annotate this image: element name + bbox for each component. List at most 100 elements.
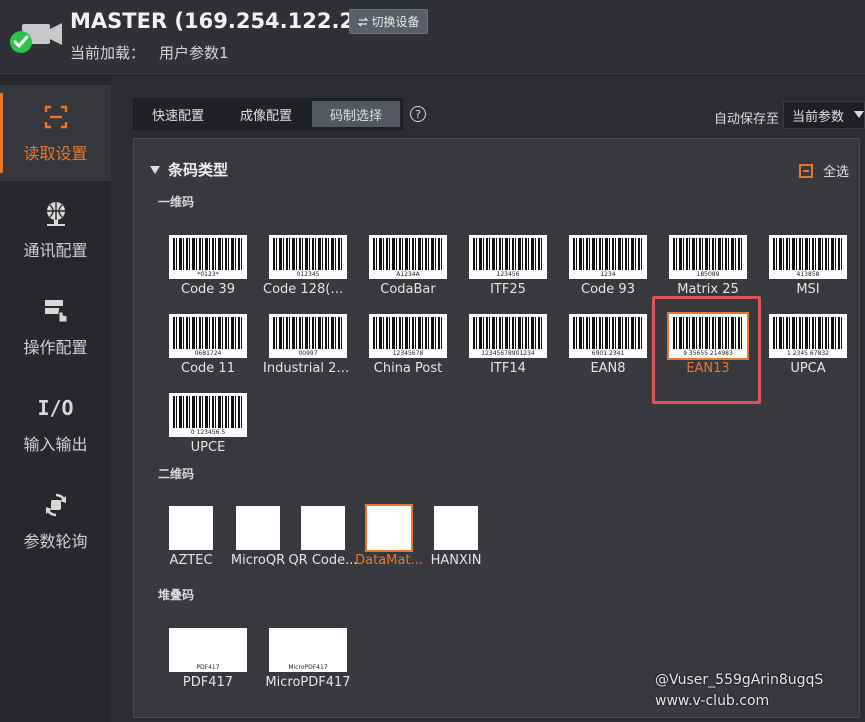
symbology-ean13[interactable]: 9 35655 214983 EAN13 <box>663 312 753 376</box>
switch-device-button[interactable]: 切换设备 <box>349 9 428 34</box>
symbology-hanxin[interactable]: HANXIN <box>411 506 501 568</box>
barcode-digits: 6901 2341 <box>569 350 647 357</box>
barcode-digits: 00997 <box>269 350 347 357</box>
tab-quick-config[interactable]: 快速配置 <box>134 99 222 129</box>
barcode-image: 1 2345 67832 <box>769 314 847 358</box>
barcode-image: A1234A <box>369 235 447 279</box>
symbology-pdf417[interactable]: PDF417 PDF417 <box>163 628 253 690</box>
barcode-digits: MicroPDF417 <box>269 664 347 671</box>
sidebar-item-read-settings[interactable]: 读取设置 <box>0 85 111 181</box>
barcode-image: 1234 <box>569 235 647 279</box>
sidebar-item-operation[interactable]: 操作配置 <box>0 279 111 375</box>
barcode-image: 12345678901234 <box>469 314 547 358</box>
watermark-site: www.v-club.com <box>655 693 770 709</box>
symbology-name: HANXIN <box>430 553 482 568</box>
select-all-label: 全选 <box>822 165 849 180</box>
symbology-name: Code 93 <box>581 282 635 297</box>
sidebar-item-label: 输入输出 <box>23 435 88 454</box>
symbology-codabar[interactable]: A1234A CodaBar <box>363 235 453 297</box>
symbology-ean8[interactable]: 6901 2341 EAN8 <box>563 314 653 376</box>
matrix-code-image <box>434 506 478 550</box>
symbology-msi[interactable]: 413858 MSI <box>763 235 853 297</box>
sidebar-item-polling[interactable]: 参数轮询 <box>0 473 111 569</box>
symbology-upce[interactable]: 0 123456 5 UPCE <box>163 393 253 455</box>
barcode-image: 012345 <box>269 235 347 279</box>
barcode-image: 12345678 <box>369 314 447 358</box>
switch-icon <box>357 17 370 26</box>
sidebar-item-label: 参数轮询 <box>23 532 88 551</box>
symbology-name: PDF417 <box>182 675 234 690</box>
symbology-name: ITF14 <box>490 361 526 376</box>
barcode-digits: 0681724 <box>169 350 247 357</box>
barcode-digits: 123456 <box>469 271 547 278</box>
sidebar-item-label: 通讯配置 <box>23 241 88 260</box>
collapse-triangle-icon <box>150 165 160 174</box>
sidebar-item-communication[interactable]: 通讯配置 <box>0 182 111 278</box>
current-load-label: 当前加载： <box>70 44 146 62</box>
watermark-user: @Vuser_559gArin8ugqS <box>655 672 824 688</box>
symbology-micropdf417[interactable]: MicroPDF417 MicroPDF417 <box>263 628 353 690</box>
symbology-matrix-25[interactable]: 185089 Matrix 25 <box>663 235 753 297</box>
tab-symbology-select[interactable]: 码制选择 <box>312 101 401 127</box>
symbology-name: Matrix 25 <box>677 282 739 297</box>
switch-device-label: 切换设备 <box>371 15 420 29</box>
header: MASTER (169.254.122.22) 切换设备 当前加载： 用户参数1 <box>0 0 865 76</box>
symbology-name: ITF25 <box>490 282 526 297</box>
matrix-code-image <box>365 504 413 552</box>
symbology-code-128-gs1[interactable]: 012345 Code 128(GS1... <box>263 235 353 297</box>
network-globe-icon <box>46 202 65 226</box>
help-icon[interactable]: ? <box>410 106 426 122</box>
scan-icon <box>44 105 67 129</box>
device-title: MASTER (169.254.122.22) <box>70 9 379 33</box>
symbology-china-post[interactable]: 12345678 China Post <box>363 314 453 376</box>
barcode-digits: 012345 <box>269 271 347 278</box>
symbology-upca[interactable]: 1 2345 67832 UPCA <box>763 314 853 376</box>
barcode-image: 413858 <box>769 235 847 279</box>
config-tabs: 快速配置 成像配置 码制选择 <box>133 98 404 130</box>
category-stacked: 堆叠码 <box>158 588 195 602</box>
barcode-digits: 185089 <box>669 271 747 278</box>
barcode-digits: *0123* <box>169 271 247 278</box>
sidebar: 读取设置 通讯配置 操作配置 I/O 输入输出 参数轮询 <box>0 77 111 722</box>
symbology-panel: 条码类型 全选 一维码 二维码 堆叠码 *0123* Code 39 012345 C… <box>133 138 860 718</box>
barcode-digits: 1 2345 67832 <box>769 350 847 357</box>
barcode-digits: PDF417 <box>169 664 247 671</box>
symbology-code-39[interactable]: *0123* Code 39 <box>163 235 253 297</box>
sidebar-item-label: 操作配置 <box>23 338 88 357</box>
current-load: 当前加载： 用户参数1 <box>70 42 229 63</box>
symbology-name: Code 128(GS1... <box>263 282 353 297</box>
barcode-image: 6901 2341 <box>569 314 647 358</box>
operation-hand-icon <box>44 300 67 323</box>
barcode-digits: 12345678 <box>369 350 447 357</box>
select-all-toggle[interactable]: 全选 <box>798 161 849 180</box>
barcode-image: PDF417 <box>169 628 247 672</box>
barcode-digits: A1234A <box>369 271 447 278</box>
symbology-name: CodaBar <box>380 282 436 297</box>
barcode-digits: 12345678901234 <box>469 350 547 357</box>
category-1d: 一维码 <box>158 195 195 209</box>
barcode-digits: 0 123456 5 <box>169 429 247 436</box>
symbology-name: Code 11 <box>181 361 235 376</box>
tab-imaging-config[interactable]: 成像配置 <box>222 99 310 129</box>
barcode-image: *0123* <box>169 235 247 279</box>
symbology-itf14[interactable]: 12345678901234 ITF14 <box>463 314 553 376</box>
symbology-name: MicroPDF417 <box>265 675 351 690</box>
barcode-digits: 9 35655 214983 <box>669 350 747 357</box>
barcode-image: MicroPDF417 <box>269 628 347 672</box>
autosave-value: 当前参数 <box>792 109 845 125</box>
symbology-name: MSI <box>796 282 820 297</box>
sidebar-item-io[interactable]: I/O 输入输出 <box>0 376 111 472</box>
watermark: @Vuser_559gArin8ugqS www.v-club.com <box>655 670 823 712</box>
autosave-label: 自动保存至 <box>714 112 780 127</box>
symbology-code-11[interactable]: 0681724 Code 11 <box>163 314 253 376</box>
matrix-code-image <box>169 506 213 550</box>
select-all-checkbox[interactable] <box>798 163 813 178</box>
symbology-code-93[interactable]: 1234 Code 93 <box>563 235 653 297</box>
barcode-image: 00997 <box>269 314 347 358</box>
autosave-select[interactable]: 当前参数 <box>783 101 865 129</box>
barcode-image: 0681724 <box>169 314 247 358</box>
barcode-image: 123456 <box>469 235 547 279</box>
symbology-industrial-2of5[interactable]: 00997 Industrial 2of5 <box>263 314 353 376</box>
section-header[interactable]: 条码类型 <box>150 159 228 180</box>
symbology-itf25[interactable]: 123456 ITF25 <box>463 235 553 297</box>
